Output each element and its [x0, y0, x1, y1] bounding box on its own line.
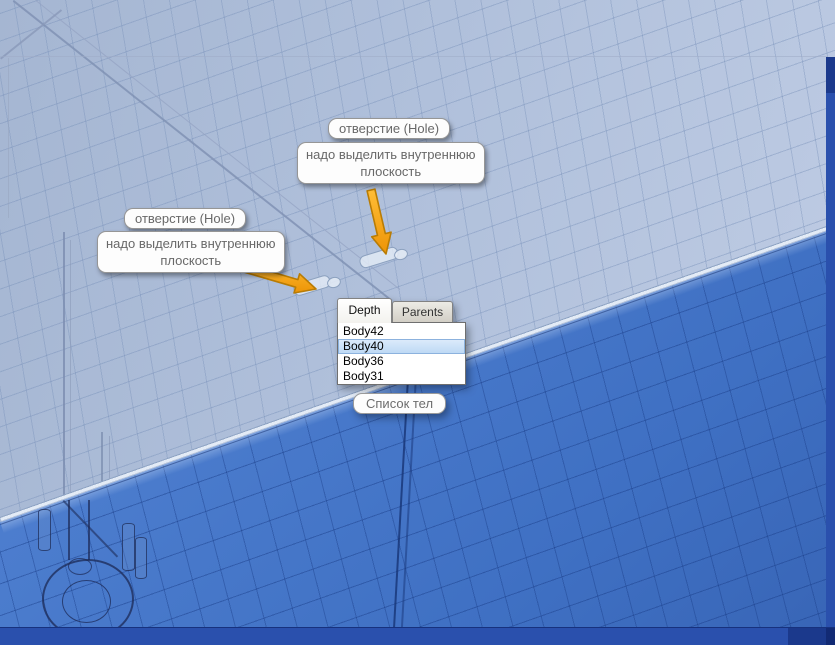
- corner-block: [826, 628, 835, 645]
- shaft-top-ellipse: [68, 558, 92, 575]
- callout-line: надо выделить внутреннюю: [306, 147, 476, 162]
- callout-line: надо выделить внутреннюю: [106, 236, 276, 251]
- plate-left-edge: [63, 232, 65, 502]
- shaft-edge: [68, 500, 70, 560]
- tab-depth[interactable]: Depth: [337, 298, 392, 323]
- body-list-caption: Список тел: [353, 393, 447, 414]
- boss-circle-inner: [62, 580, 111, 623]
- shaft-edge: [88, 500, 90, 560]
- right-edge-strip: [826, 57, 835, 645]
- tab-parents[interactable]: Parents: [392, 301, 453, 323]
- list-item-body36[interactable]: Body36: [338, 354, 465, 369]
- pin-wireframe: [122, 523, 135, 571]
- callout-hole-left-text: надо выделить внутреннюю плоскость: [97, 231, 285, 273]
- plate-left-edge: [70, 240, 71, 502]
- pin-wireframe: [38, 509, 51, 551]
- callout-hole-top-text: надо выделить внутреннюю плоскость: [297, 142, 485, 184]
- callout-line: плоскость: [160, 253, 222, 268]
- body-list: Body42 Body40 Body36 Body31: [337, 322, 466, 385]
- bottom-edge-strip: [0, 627, 835, 645]
- list-item-body42[interactable]: Body42: [338, 324, 465, 339]
- callout-hole-top-title: отверстие (Hole): [328, 118, 451, 139]
- list-item-body40[interactable]: Body40: [338, 339, 465, 354]
- right-edge-strip-dark: [826, 57, 835, 93]
- plate-side-edge: [8, 58, 9, 218]
- callout-line: плоскость: [360, 164, 422, 179]
- pin-wireframe: [135, 537, 147, 579]
- callout-hole-left-title: отверстие (Hole): [124, 208, 247, 229]
- list-item-body31[interactable]: Body31: [338, 369, 465, 384]
- plate-top-edge: [0, 56, 828, 57]
- cad-viewport[interactable]: Depth Parents Body42 Body40 Body36 Body3…: [0, 0, 835, 645]
